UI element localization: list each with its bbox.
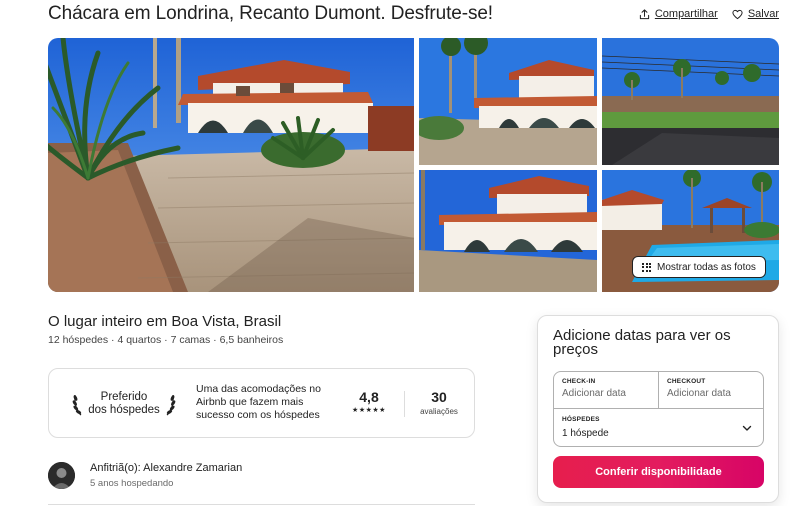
guest-favorite-card[interactable]: Preferido dos hóspedes Uma das acomodaçõ… — [48, 368, 475, 438]
host-name: Anfitriã(o): Alexandre Zamarian — [90, 462, 243, 474]
photo-2[interactable] — [419, 38, 597, 165]
reviews-label: avaliações — [420, 407, 458, 416]
date-row: CHECK-IN Adicionar data CHECKOUT Adicion… — [554, 372, 763, 409]
photo-3[interactable] — [602, 38, 779, 165]
rating-divider — [404, 391, 405, 417]
check-availability-button[interactable]: Conferir disponibilidade — [553, 456, 764, 488]
photo-4[interactable] — [419, 170, 597, 292]
checkin-field[interactable]: CHECK-IN Adicionar data — [554, 372, 659, 409]
checkin-label: CHECK-IN — [562, 378, 596, 385]
guest-favorite-description: Uma das acomodações no Airbnb que fazem … — [196, 383, 321, 421]
avatar[interactable] — [48, 462, 75, 489]
photo-main[interactable] — [48, 38, 414, 292]
checkin-placeholder: Adicionar data — [562, 388, 626, 399]
laurel-right-icon — [166, 394, 176, 416]
booking-card: Adicione datas para ver os preços CHECK-… — [537, 315, 779, 503]
save-label: Salvar — [747, 8, 779, 20]
listing-title: Chácara em Londrina, Recanto Dumont. Des… — [48, 3, 493, 24]
rating-block: 4,8 ★★★★★ — [346, 389, 392, 414]
guest-favorite-badge: Preferido dos hóspedes — [65, 387, 183, 421]
checkout-label: CHECKOUT — [667, 378, 706, 385]
grid-icon — [642, 262, 651, 272]
checkout-placeholder: Adicionar data — [667, 388, 731, 399]
chevron-down-icon — [742, 425, 752, 431]
photo-gallery — [48, 38, 779, 292]
section-divider — [48, 504, 475, 505]
save-button[interactable]: Salvar — [732, 8, 779, 20]
guest-favorite-line2: dos hóspedes — [88, 404, 160, 416]
booking-title: Adicione datas para ver os preços — [553, 327, 731, 358]
guests-label: HÓSPEDES — [562, 416, 600, 423]
date-guest-picker: CHECK-IN Adicionar data CHECKOUT Adicion… — [553, 371, 764, 447]
place-details: 12 hóspedes · 4 quartos · 7 camas · 6,5 … — [48, 334, 284, 346]
share-button[interactable]: Compartilhar — [639, 8, 718, 20]
show-all-photos-label: Mostrar todas as fotos — [657, 261, 756, 273]
host-tenure: 5 anos hospedando — [90, 478, 174, 489]
reviews-count: 30 — [431, 389, 447, 405]
heart-icon — [732, 9, 743, 19]
guests-value: 1 hóspede — [562, 428, 609, 439]
checkout-field[interactable]: CHECKOUT Adicionar data — [659, 372, 765, 409]
rating-value: 4,8 — [359, 389, 379, 405]
place-title: O lugar inteiro em Boa Vista, Brasil — [48, 313, 282, 330]
listing-actions: Compartilhar Salvar — [639, 8, 779, 20]
guests-field[interactable]: HÓSPEDES 1 hóspede — [554, 409, 763, 448]
laurel-left-icon — [72, 394, 82, 416]
reviews-block[interactable]: 30 avaliações — [414, 389, 464, 416]
share-label: Compartilhar — [654, 8, 718, 20]
guest-favorite-line1: Preferido — [100, 391, 148, 403]
share-icon — [639, 8, 649, 19]
show-all-photos-button[interactable]: Mostrar todas as fotos — [632, 256, 766, 278]
rating-stars: ★★★★★ — [352, 407, 386, 414]
